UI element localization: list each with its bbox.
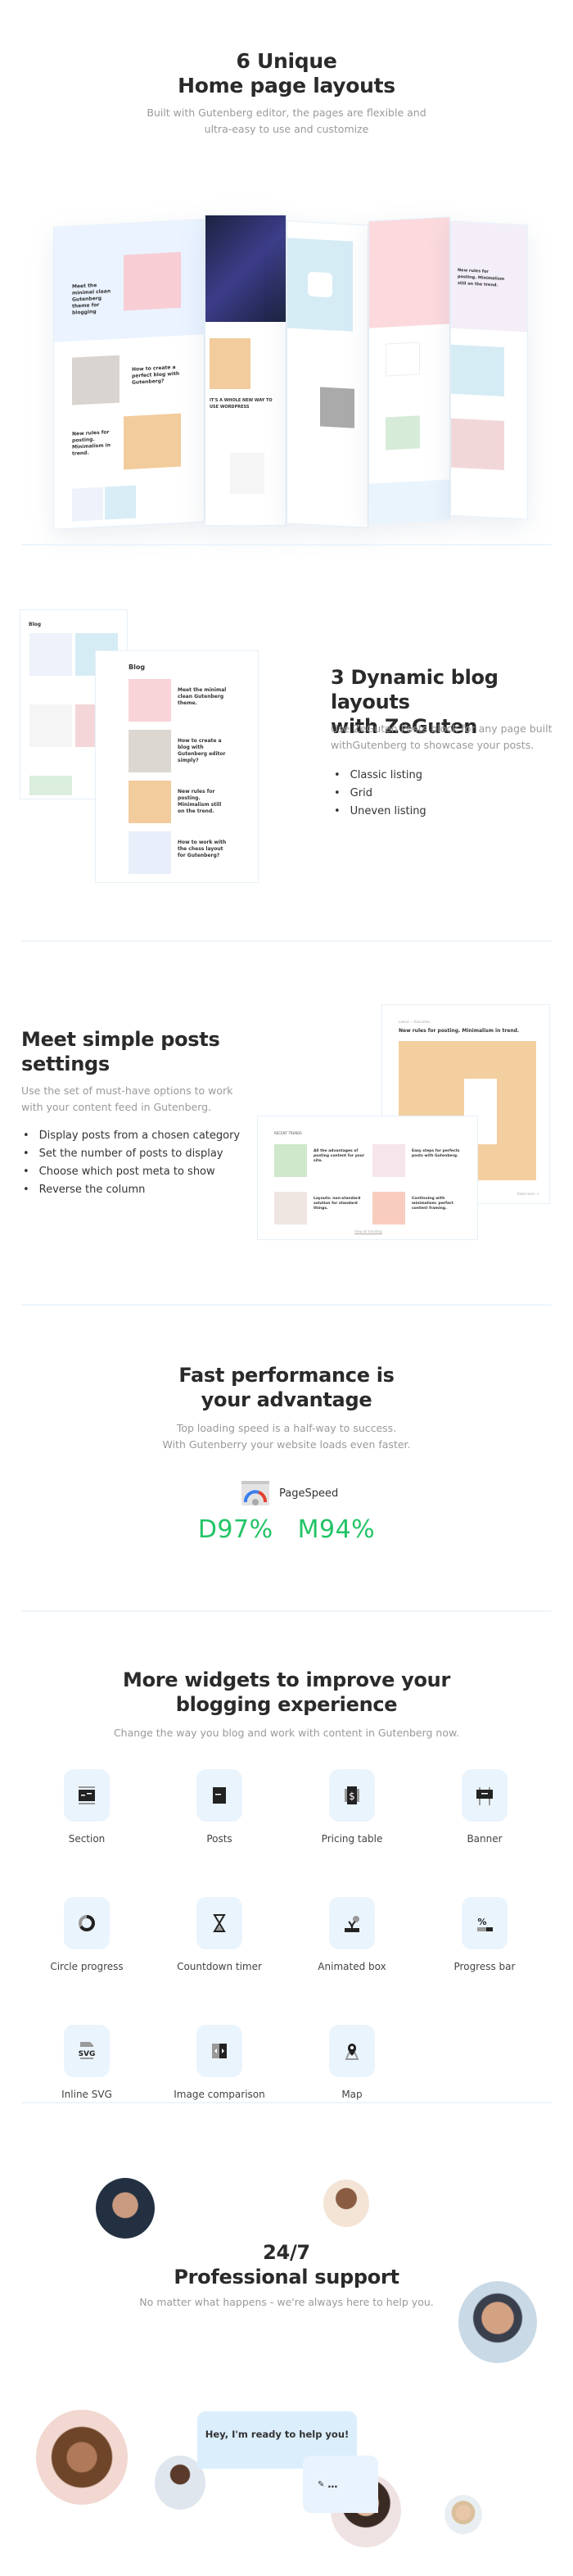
svg-text:SVG: SVG	[79, 2050, 96, 2058]
pagespeed-scores: D97% M94%	[0, 1515, 573, 1544]
image-comparison-icon	[212, 2044, 227, 2058]
view-all-trending-link[interactable]: View all trending	[354, 1229, 382, 1234]
widget-label: Image comparison	[174, 2089, 265, 2100]
support-title: 24/7 Professional support	[174, 2241, 399, 2289]
widget-label: Map	[341, 2089, 363, 2100]
avatar	[458, 2281, 537, 2363]
widget-icon-box	[196, 2025, 242, 2077]
list-item: Set the number of posts to display	[23, 1145, 240, 1163]
map-pin-icon	[345, 2044, 359, 2060]
list-item: Uneven listing	[334, 803, 426, 821]
list-item: Reverse the column	[23, 1181, 240, 1199]
section-icon	[79, 1786, 95, 1804]
section-divider	[21, 544, 552, 546]
desktop-score: D97%	[197, 1515, 273, 1544]
svg-text:%: %	[477, 1917, 486, 1927]
widget-label: Inline SVG	[61, 2089, 112, 2100]
widget-posts[interactable]: Posts	[162, 1769, 277, 1845]
section-divider	[21, 2102, 552, 2103]
blog-post-title: New rules for posting. Minimalism still …	[178, 789, 222, 814]
mockup-page-1: Meet the minimal clean Gutenberg theme f…	[53, 219, 205, 530]
widget-animated-box[interactable]: Animated box	[295, 1897, 409, 1972]
widget-pricing-table[interactable]: $ Pricing table	[295, 1769, 409, 1845]
blog-subtitle: Use ZeGuten Posts block for any page bui…	[331, 722, 553, 751]
widget-icon-box	[329, 1897, 375, 1949]
avatar	[36, 2410, 128, 2505]
widget-label: Posts	[206, 1833, 232, 1845]
list-item: Display posts from a chosen category	[23, 1127, 240, 1145]
circle-progress-icon	[79, 1915, 95, 1931]
widget-label: Circle progress	[50, 1961, 124, 1972]
pencil-icon: ✎	[318, 2479, 325, 2489]
widget-icon-box	[64, 1897, 110, 1949]
widget-label: Pricing table	[321, 1833, 383, 1845]
performance-title: Fast performance is your advantage	[178, 1364, 395, 1411]
avatar	[323, 2180, 369, 2227]
posts-settings-title: Meet simple posts settings	[21, 1028, 220, 1075]
mockup-page-3	[286, 220, 368, 528]
list-item: Choose which post meta to show	[23, 1163, 240, 1181]
blog-post-title: How to work with the chess layout for Gu…	[178, 840, 227, 858]
mockup-page-5: New rules for posting. Minimalism still …	[450, 220, 528, 520]
avatar	[96, 2178, 155, 2239]
animated-box-icon	[345, 1916, 359, 1932]
svg-text:$: $	[349, 1791, 355, 1802]
layouts-subtitle: Built with Gutenberg editor, the pages a…	[147, 106, 426, 135]
pricing-table-icon: $	[345, 1786, 359, 1804]
mockup-page-4	[368, 216, 450, 525]
widget-label: Progress bar	[453, 1961, 516, 1972]
list-item: Classic listing	[334, 767, 426, 785]
banner-icon	[476, 1787, 493, 1805]
list-item: Grid	[334, 785, 426, 803]
widget-icon-box	[64, 1769, 110, 1822]
widget-icon-box	[196, 1769, 242, 1822]
widgets-title: More widgets to improve your blogging ex…	[123, 1668, 450, 1716]
mockup-page-2: IT'S A WHOLE NEW WAY TO USE WORDPRESS	[205, 215, 286, 526]
widget-icon-box	[462, 1769, 508, 1822]
section-divider	[21, 1610, 552, 1612]
widget-icon-box: $	[329, 1769, 375, 1822]
widget-label: Animated box	[318, 1961, 386, 1972]
classic-blog-mockup: Blog Meet the minimal clean Gutenberg th…	[95, 650, 259, 883]
widgets-subtitle: Change the way you blog and work with co…	[113, 1727, 460, 1739]
widget-circle-progress[interactable]: Circle progress	[29, 1897, 144, 1972]
layouts-title: 6 Unique Home page layouts	[178, 49, 395, 97]
section-divider	[21, 940, 552, 942]
widget-icon-box	[329, 2025, 375, 2077]
performance-subtitle: Top loading speed is a half-way to succe…	[162, 1422, 411, 1451]
widget-progress-bar[interactable]: % Progress bar	[427, 1897, 542, 1972]
posts-settings-subtitle: Use the set of must-have options to work…	[21, 1084, 233, 1113]
blog-layouts-list: Classic listing Grid Uneven listing	[334, 767, 426, 821]
widget-label: Section	[68, 1833, 106, 1845]
blog-mockups: Blog Blog Meet the minimal clean Gutenbe…	[20, 609, 265, 888]
widget-countdown-timer[interactable]: Countdown timer	[162, 1897, 277, 1972]
progress-bar-icon: %	[477, 1917, 493, 1931]
typing-bubble: ✎ …	[303, 2456, 378, 2513]
widget-banner[interactable]: Banner	[427, 1769, 542, 1845]
hourglass-icon	[213, 1914, 226, 1932]
recent-trends-mockup: RECENT TRENDS All the advantages of post…	[257, 1116, 478, 1240]
mobile-score: M94%	[297, 1515, 376, 1544]
widget-icon-box: SVG	[64, 2025, 110, 2077]
avatar	[444, 2495, 482, 2534]
widget-label: Banner	[467, 1833, 503, 1845]
home-layouts-mockups: Meet the minimal clean Gutenberg theme f…	[49, 215, 532, 530]
widget-label: Countdown timer	[177, 1961, 262, 1972]
blog-post-title: Meet the minimal clean Gutenberg theme.	[178, 687, 227, 706]
posts-settings-list: Display posts from a chosen category Set…	[23, 1127, 240, 1199]
support-subtitle: No matter what happens - we're always he…	[139, 2296, 434, 2308]
svg-file-icon: SVG	[79, 2042, 96, 2059]
widget-section[interactable]: Section	[29, 1769, 144, 1845]
posts-icon	[213, 1787, 226, 1804]
widget-icon-box	[196, 1897, 242, 1949]
widget-image-comparison[interactable]: Image comparison	[162, 2025, 277, 2100]
widget-icon-box: %	[462, 1897, 508, 1949]
section-divider	[21, 1304, 552, 1306]
widget-inline-svg[interactable]: SVG Inline SVG	[29, 2025, 144, 2100]
blog-post-title: How to create a blog with Gutenberg edit…	[178, 738, 226, 763]
pagespeed-icon	[241, 1481, 269, 1505]
widget-map[interactable]: Map	[295, 2025, 409, 2100]
pagespeed-badge: PageSpeed	[241, 1481, 338, 1505]
